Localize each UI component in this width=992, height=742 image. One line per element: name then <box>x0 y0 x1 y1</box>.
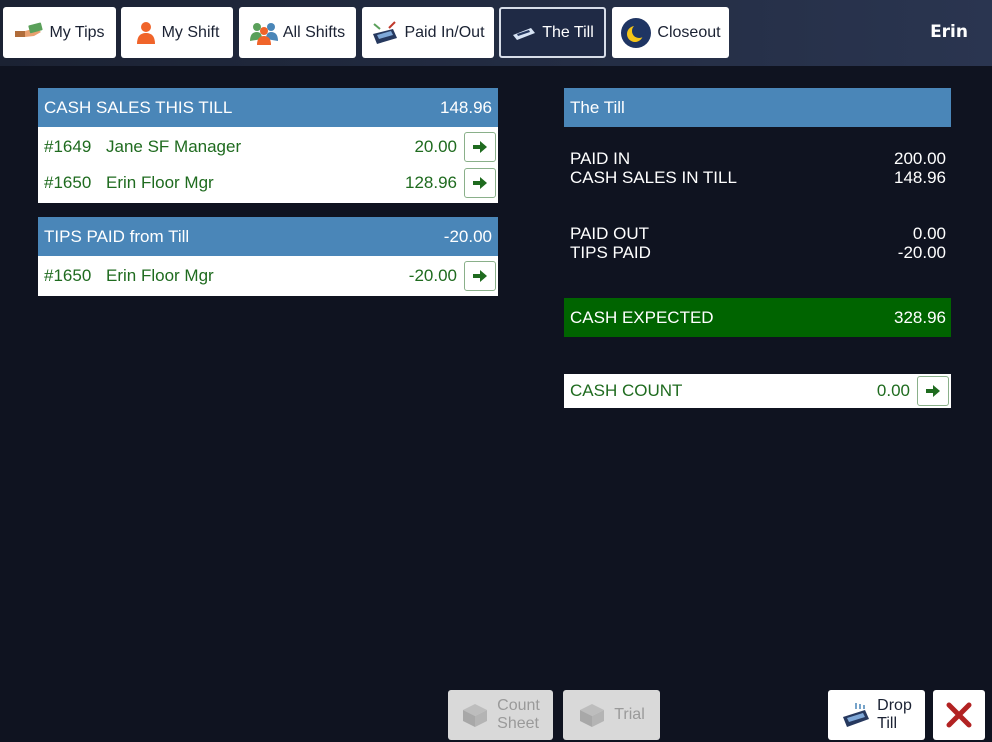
till-icon <box>511 25 537 41</box>
paid-out-group: PAID OUT 0.00 TIPS PAID -20.00 <box>564 224 951 262</box>
list-item: #1650 Erin Floor Mgr -20.00 <box>38 258 498 294</box>
count-sheet-label-2: Sheet <box>497 715 539 732</box>
till-summary-title: The Till <box>570 97 625 117</box>
cash-count-button[interactable] <box>917 376 949 406</box>
cash-expected-label: CASH EXPECTED <box>570 307 714 327</box>
person-icon <box>135 21 157 45</box>
tips-paid-line: TIPS PAID -20.00 <box>564 243 951 262</box>
box-icon <box>578 702 606 728</box>
cash-expected-bar: CASH EXPECTED 328.96 <box>564 298 951 337</box>
list-item: #1650 Erin Floor Mgr 128.96 <box>38 165 498 201</box>
drop-till-button[interactable]: Drop Till <box>828 690 925 740</box>
register-arrows-icon <box>371 20 399 46</box>
amount: -20.00 <box>408 266 457 285</box>
open-detail-button[interactable] <box>464 132 496 162</box>
cash-count-row[interactable]: CASH COUNT 0.00 <box>564 374 951 408</box>
paid-in-value: 200.00 <box>894 149 946 168</box>
cash-sales-total: 148.96 <box>440 97 492 117</box>
group-icon <box>249 21 278 45</box>
tips-hand-icon <box>14 22 44 44</box>
paid-out-value: 0.00 <box>912 224 946 243</box>
close-icon <box>946 702 972 728</box>
tab-label: Paid In/Out <box>404 23 485 41</box>
cash-sales-panel: CASH SALES THIS TILL 148.96 #1649 Jane S… <box>38 88 498 203</box>
check-number: #1650 <box>44 266 92 285</box>
tab-label: My Tips <box>49 23 105 41</box>
tips-paid-label: TIPS PAID <box>570 243 651 262</box>
paid-in-label: PAID IN <box>570 149 631 168</box>
paid-in-line: PAID IN 200.00 <box>564 149 951 168</box>
paid-out-line: PAID OUT 0.00 <box>564 224 951 243</box>
amount: 20.00 <box>414 137 457 156</box>
list-item: #1649 Jane SF Manager 20.00 <box>38 129 498 165</box>
tips-paid-title: TIPS PAID from Till <box>44 226 190 246</box>
count-sheet-label-1: Count <box>497 697 540 714</box>
count-sheet-button[interactable]: Count Sheet <box>448 690 553 740</box>
tab-all-shifts[interactable]: All Shifts <box>239 7 356 58</box>
cash-sales-title: CASH SALES THIS TILL <box>44 97 233 117</box>
arrow-right-icon <box>473 270 487 282</box>
tips-paid-list: #1650 Erin Floor Mgr -20.00 <box>38 256 498 296</box>
tab-label: My Shift <box>161 23 220 41</box>
trial-label: Trial <box>614 706 645 723</box>
check-number: #1650 <box>44 173 92 192</box>
close-button[interactable] <box>933 690 985 740</box>
tips-paid-total: -20.00 <box>443 226 492 246</box>
drop-till-icon <box>841 701 871 729</box>
drop-till-label-2: Till <box>877 715 897 732</box>
trial-button[interactable]: Trial <box>563 690 660 740</box>
tab-my-shift[interactable]: My Shift <box>121 7 233 58</box>
employee-name: Erin Floor Mgr <box>106 173 214 192</box>
till-summary-panel: The Till PAID IN 200.00 CASH SALES IN TI… <box>564 88 951 408</box>
tab-closeout[interactable]: Closeout <box>612 7 729 58</box>
cash-count-value: 0.00 <box>876 381 910 400</box>
cash-expected-value: 328.96 <box>894 307 946 327</box>
tab-my-tips[interactable]: My Tips <box>3 7 116 58</box>
top-nav-bar: My Tips My Shift All Shifts Paid In/Out … <box>0 0 992 66</box>
arrow-right-icon <box>473 141 487 153</box>
tab-label: All Shifts <box>282 23 346 41</box>
cash-sales-label: CASH SALES IN TILL <box>570 168 737 187</box>
check-number: #1649 <box>44 137 92 156</box>
arrow-right-icon <box>473 177 487 189</box>
tab-paid-in-out[interactable]: Paid In/Out <box>362 7 494 58</box>
cash-count-label: CASH COUNT <box>570 381 683 400</box>
cash-sales-line: CASH SALES IN TILL 148.96 <box>564 168 951 187</box>
cash-sales-value: 148.96 <box>894 168 946 187</box>
box-icon <box>461 702 489 728</box>
drop-till-label-1: Drop <box>877 697 912 714</box>
current-user-name: Erin <box>930 22 968 42</box>
paid-in-group: PAID IN 200.00 CASH SALES IN TILL 148.96 <box>564 149 951 187</box>
open-detail-button[interactable] <box>464 168 496 198</box>
arrow-right-icon <box>926 385 940 397</box>
paid-out-label: PAID OUT <box>570 224 650 243</box>
tab-label: Closeout <box>657 23 721 41</box>
employee-name: Jane SF Manager <box>106 137 242 156</box>
cash-sales-header: CASH SALES THIS TILL 148.96 <box>38 88 498 127</box>
open-detail-button[interactable] <box>464 261 496 291</box>
amount: 128.96 <box>405 173 457 192</box>
cash-sales-list: #1649 Jane SF Manager 20.00 #1650 Erin F… <box>38 127 498 203</box>
employee-name: Erin Floor Mgr <box>106 266 214 285</box>
tips-paid-panel: TIPS PAID from Till -20.00 #1650 Erin Fl… <box>38 217 498 296</box>
tab-label: The Till <box>542 23 594 41</box>
till-summary-header: The Till <box>564 88 951 127</box>
tab-the-till[interactable]: The Till <box>499 7 606 58</box>
moon-icon <box>620 17 652 49</box>
tips-paid-header: TIPS PAID from Till -20.00 <box>38 217 498 256</box>
tips-paid-value: -20.00 <box>897 243 946 262</box>
